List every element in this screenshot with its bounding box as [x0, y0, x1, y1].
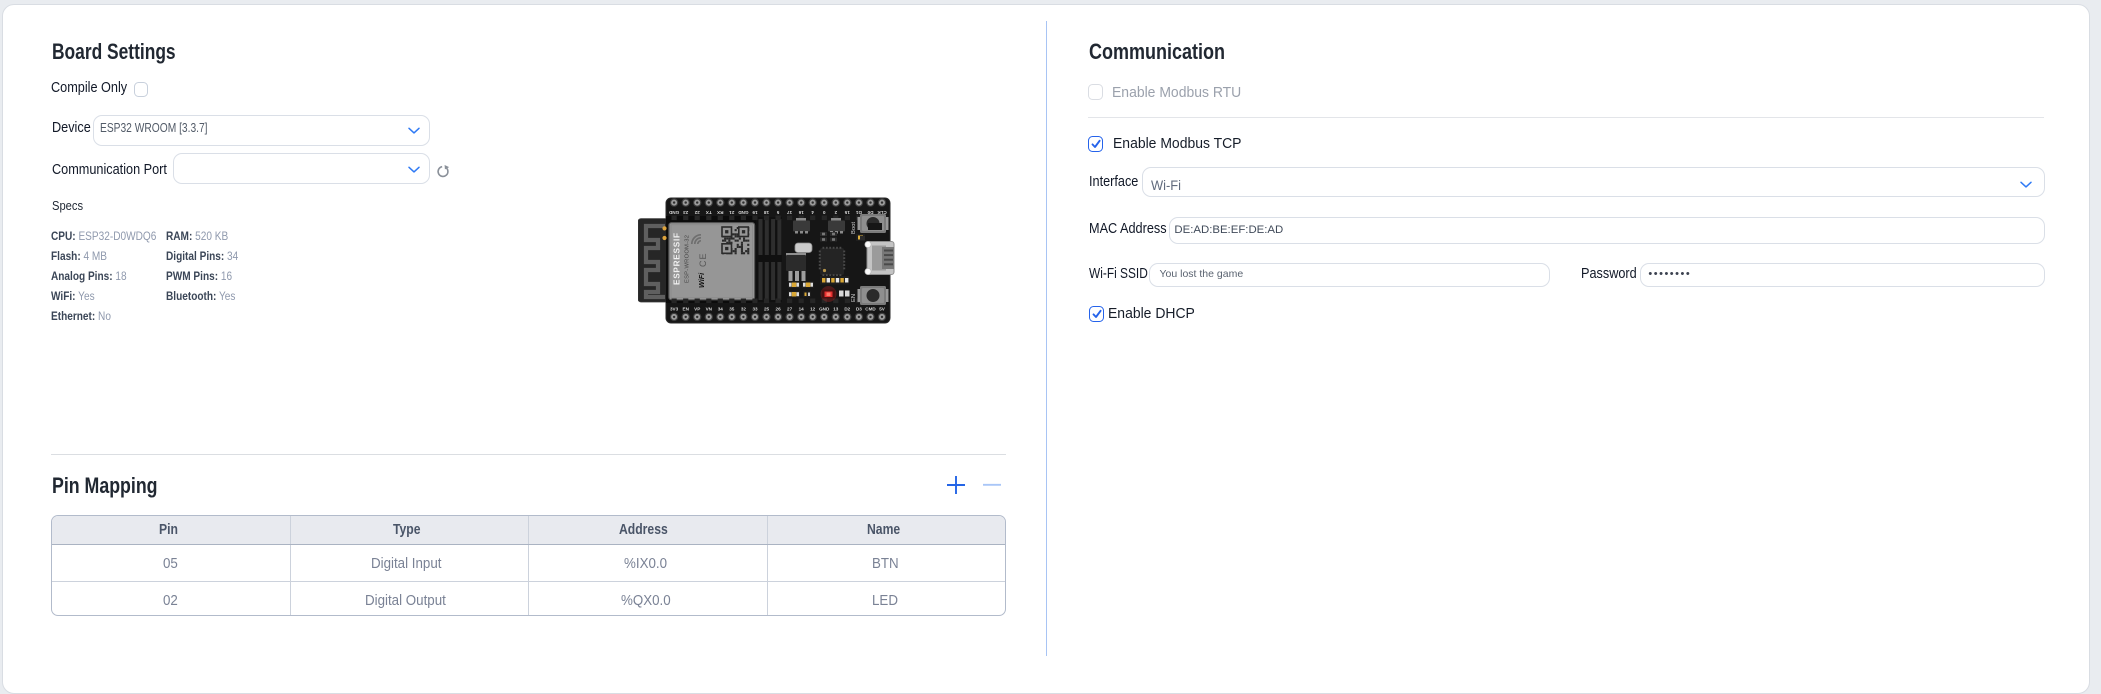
svg-text:CE: CE [698, 252, 708, 267]
svg-text:16: 16 [798, 210, 804, 215]
svg-text:VN: VN [706, 307, 713, 312]
svg-text:D3: D3 [856, 307, 862, 312]
svg-text:VP: VP [694, 307, 700, 312]
svg-text:12: 12 [810, 307, 816, 312]
svg-text:32: 32 [741, 307, 747, 312]
svg-text:27: 27 [787, 307, 793, 312]
svg-text:34: 34 [718, 307, 724, 312]
svg-text:2: 2 [834, 210, 837, 215]
svg-text:EN: EN [683, 307, 690, 312]
svg-text:21: 21 [729, 210, 735, 215]
svg-text:0: 0 [822, 210, 825, 215]
svg-text:26: 26 [776, 307, 782, 312]
svg-text:17: 17 [787, 210, 793, 215]
svg-text:13: 13 [833, 307, 839, 312]
svg-text:ESP-WROOM-32: ESP-WROOM-32 [685, 235, 691, 283]
svg-text:5: 5 [776, 210, 779, 215]
svg-text:D2: D2 [844, 307, 850, 312]
svg-text:EN: EN [851, 294, 857, 302]
svg-text:D1: D1 [856, 210, 862, 215]
svg-text:WiFi: WiFi [697, 272, 706, 288]
svg-text:4: 4 [811, 210, 814, 215]
svg-text:23: 23 [683, 210, 689, 215]
svg-text:Boot: Boot [851, 222, 857, 234]
svg-text:19: 19 [752, 210, 758, 215]
svg-text:14: 14 [799, 307, 805, 312]
svg-text:35: 35 [729, 307, 735, 312]
svg-text:33: 33 [752, 307, 758, 312]
svg-text:15: 15 [844, 210, 850, 215]
svg-text:GND: GND [819, 307, 830, 312]
svg-text:GND: GND [738, 210, 749, 215]
svg-text:GND: GND [668, 210, 679, 215]
svg-text:CMD: CMD [865, 307, 876, 312]
svg-text:TX: TX [705, 210, 712, 215]
svg-text:ESPRESSIF: ESPRESSIF [673, 233, 682, 285]
svg-text:5V: 5V [879, 307, 886, 312]
svg-text:18: 18 [764, 210, 770, 215]
svg-text:3V3: 3V3 [670, 307, 679, 312]
svg-text:22: 22 [694, 210, 700, 215]
svg-text:25: 25 [764, 307, 770, 312]
svg-text:RX: RX [716, 210, 723, 215]
